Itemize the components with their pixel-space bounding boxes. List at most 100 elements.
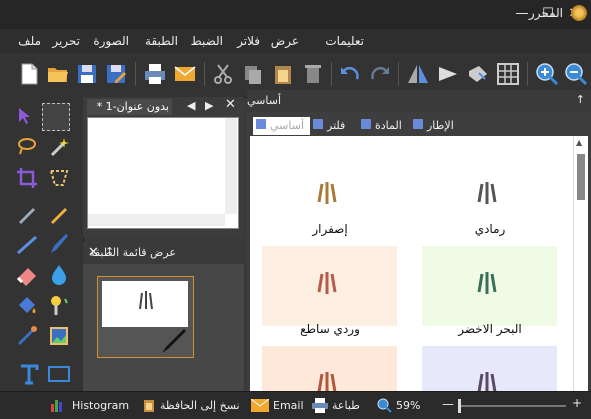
menu-adjust[interactable]: الضبط: [191, 34, 223, 48]
preset-sea-green[interactable]: [422, 246, 557, 326]
tab-basic[interactable]: أساسي: [253, 117, 310, 135]
picture-icon[interactable]: [46, 323, 72, 349]
scroll-up-icon[interactable]: ▲: [576, 138, 582, 147]
paste-icon[interactable]: [270, 61, 296, 87]
menu-layer[interactable]: الطبقة: [145, 34, 178, 48]
pencil-icon[interactable]: [46, 201, 72, 227]
magic-wand-icon[interactable]: [46, 134, 72, 160]
pen-icon[interactable]: [14, 201, 40, 227]
open-folder-icon[interactable]: [45, 61, 71, 87]
app-icon: [571, 5, 587, 21]
document-canvas[interactable]: [87, 117, 239, 229]
save-icon[interactable]: [74, 61, 100, 87]
shape-rect-icon[interactable]: [46, 361, 72, 387]
line-icon[interactable]: [14, 231, 40, 257]
email-button[interactable]: Email: [273, 399, 304, 412]
feather-icon: [477, 372, 497, 391]
presets-grid: رمادي إصفرار البحر الاخضر وردي ساطع: [250, 136, 573, 391]
menu-edit[interactable]: تحرير: [52, 34, 80, 48]
layers-panel: ✕ ↑ عرض قائمة الطبقة: [83, 242, 244, 391]
preset-label: رمادي: [474, 222, 506, 236]
horizontal-scrollbar[interactable]: [88, 214, 225, 226]
zoom-out-icon[interactable]: —: [442, 397, 454, 411]
tab-material[interactable]: المادة: [361, 117, 409, 135]
window-title: المحرر: [528, 6, 563, 20]
tab-icon: [413, 119, 423, 129]
presets-scrollbar[interactable]: ▲: [573, 136, 588, 391]
print-button[interactable]: طباعة: [332, 399, 360, 412]
presets-header: أساسي ↑: [247, 90, 591, 112]
menu-view[interactable]: عرض: [271, 34, 299, 48]
histogram-icon: [51, 400, 62, 412]
menu-bar: ملف تحرير الصورة الطبقة الضبط فلاتر عرض …: [0, 29, 591, 53]
tools-panel: [0, 97, 84, 391]
preset-peach[interactable]: [262, 346, 397, 391]
delete-icon[interactable]: [300, 61, 326, 87]
rect-select-icon[interactable]: [42, 103, 70, 131]
clipboard-icon: [144, 400, 154, 412]
tab-next-icon[interactable]: ▶: [205, 99, 213, 112]
document-tab[interactable]: * بدون عنوان-1: [87, 99, 172, 115]
color-replace-icon[interactable]: [46, 293, 72, 319]
blur-drop-icon[interactable]: [46, 262, 72, 288]
presets-tabs: الإطار المادة فلتر أساسي: [247, 114, 591, 136]
copy-to-clipboard-button[interactable]: نسخ إلى الحافظة: [160, 399, 240, 412]
zoom-level: 59%: [396, 399, 421, 412]
rotate-icon[interactable]: [465, 61, 491, 87]
print-icon: [312, 398, 328, 413]
undo-icon[interactable]: [337, 61, 363, 87]
title-bar: — ☐ ✕ المحرر: [0, 0, 591, 29]
zoom-in-icon[interactable]: +: [572, 396, 582, 410]
layers-header: ✕ ↑ عرض قائمة الطبقة: [83, 242, 244, 264]
redo-icon[interactable]: [367, 61, 393, 87]
new-file-icon[interactable]: [16, 61, 42, 87]
pin-icon[interactable]: ↑: [576, 93, 585, 106]
save-as-icon[interactable]: [103, 61, 129, 87]
scroll-thumb[interactable]: [577, 154, 585, 200]
brush-icon[interactable]: [46, 231, 72, 257]
transform-icon[interactable]: [46, 165, 72, 191]
menu-image[interactable]: الصورة: [93, 34, 129, 48]
tab-frame[interactable]: الإطار: [413, 117, 467, 135]
close-document-icon[interactable]: ✕: [225, 97, 236, 112]
presets-title: أساسي: [246, 94, 281, 107]
flip-vertical-icon[interactable]: [435, 61, 461, 87]
zoom-icon: [377, 398, 392, 413]
histogram-button[interactable]: Histogram: [72, 399, 129, 412]
zoom-in-icon[interactable]: [534, 61, 560, 87]
cut-icon[interactable]: [210, 61, 236, 87]
tab-prev-icon[interactable]: ◀: [187, 99, 195, 112]
zoom-out-icon[interactable]: [563, 61, 589, 87]
feather-icon: [477, 272, 497, 294]
feather-icon: [317, 272, 337, 294]
layer-preview: [102, 281, 188, 327]
zoom-slider-thumb[interactable]: [458, 399, 461, 413]
zoom-slider[interactable]: [458, 399, 566, 413]
presets-panel: أساسي ↑ الإطار المادة فلتر أساسي رمادي إ…: [247, 90, 591, 391]
preset-bright-pink[interactable]: [262, 246, 397, 326]
preset-blue[interactable]: [422, 346, 557, 391]
tab-filter[interactable]: فلتر: [313, 117, 353, 135]
menu-filters[interactable]: فلاتر: [237, 34, 260, 48]
menu-help[interactable]: تعليمات: [325, 34, 364, 48]
clone-stamp-icon[interactable]: [14, 323, 40, 349]
vertical-scrollbar[interactable]: [225, 118, 237, 214]
lasso-icon[interactable]: [14, 134, 40, 160]
print-icon[interactable]: [142, 61, 168, 87]
email-icon[interactable]: [172, 61, 198, 87]
flip-horizontal-icon[interactable]: [405, 61, 431, 87]
eraser-icon[interactable]: [14, 262, 40, 288]
copy-icon[interactable]: [240, 61, 266, 87]
tab-icon: [361, 119, 371, 129]
pointer-icon[interactable]: [10, 103, 36, 129]
crop-icon[interactable]: [14, 165, 40, 191]
text-tool-icon[interactable]: [16, 361, 42, 387]
tab-icon: [256, 119, 266, 129]
fill-bucket-icon[interactable]: [14, 293, 40, 319]
menu-file[interactable]: ملف: [18, 34, 41, 48]
feather-icon: [317, 372, 337, 391]
layer-thumbnail[interactable]: [97, 276, 194, 358]
email-icon: [251, 399, 269, 412]
tab-icon: [313, 119, 323, 129]
grid-icon[interactable]: [495, 61, 521, 87]
